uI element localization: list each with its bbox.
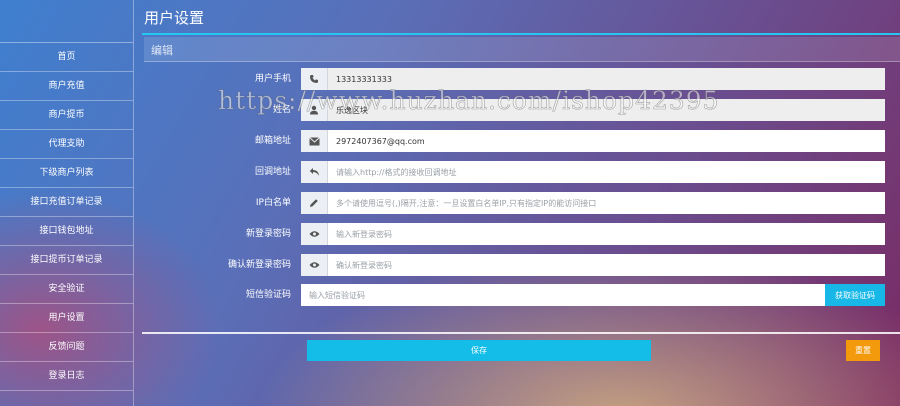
sidebar-item-merchant-recharge[interactable]: 商户充值 [0,72,133,101]
new-password-label: 新登录密码 [245,229,291,239]
sidebar-item-security[interactable]: 安全验证 [0,275,133,304]
section-header: 编辑 [144,37,900,62]
form-row-confirm-password: 确认新登录密码 [144,254,900,276]
reset-button[interactable]: 重置 [846,340,880,361]
ip-whitelist-label: IP白名单 [255,198,291,208]
new-password-field[interactable] [328,223,885,245]
sidebar-item-home[interactable]: 首页 [0,43,133,72]
phone-icon [301,68,328,90]
eye-icon [301,223,328,245]
pencil-icon [301,192,328,214]
sidebar-item-wallet-address[interactable]: 接口钱包地址 [0,217,133,246]
eye-icon [301,254,328,276]
title-divider [142,33,900,35]
sidebar-item-sub-merchants[interactable]: 下级商户列表 [0,159,133,188]
section-title: 编辑 [151,44,173,57]
email-label: 邮箱地址 [254,136,291,146]
reply-icon [301,161,328,183]
name-label: 姓名 [272,105,291,115]
email-field[interactable] [328,130,885,152]
name-field[interactable] [328,99,885,121]
main-content: 用户设置 编辑 用户手机 姓名 邮箱地址 回调地址 IP白名单 [134,0,900,406]
user-icon [301,99,328,121]
ip-whitelist-field[interactable] [328,192,885,214]
form-divider [142,332,900,334]
phone-field[interactable] [328,68,885,90]
callback-url-field[interactable] [328,161,885,183]
form-row-email: 邮箱地址 [144,130,900,152]
save-button[interactable]: 保存 [307,340,651,361]
sidebar-item-user-settings[interactable]: 用户设置 [0,304,133,333]
sidebar-item-withdraw-orders[interactable]: 接口提币订单记录 [0,246,133,275]
sidebar-item-feedback[interactable]: 反馈问题 [0,333,133,362]
confirm-password-label: 确认新登录密码 [227,260,291,270]
sidebar-item-merchant-withdraw[interactable]: 商户提币 [0,101,133,130]
form-row-new-password: 新登录密码 [144,223,900,245]
callback-label: 回调地址 [254,167,291,177]
get-sms-code-button[interactable]: 获取验证码 [825,284,885,306]
form-row-name: 姓名 [144,99,900,121]
sidebar-item-agent-support[interactable]: 代理支助 [0,130,133,159]
form-row-ip-whitelist: IP白名单 [144,192,900,214]
form-row-callback: 回调地址 [144,161,900,183]
sms-code-field[interactable] [301,284,825,306]
page-title: 用户设置 [144,9,205,27]
sidebar: 首页 商户充值 商户提币 代理支助 下级商户列表 接口充值订单记录 接口钱包地址… [0,0,134,406]
sidebar-header [0,0,133,43]
envelope-icon [301,130,328,152]
form-row-phone: 用户手机 [144,68,900,90]
phone-label: 用户手机 [254,74,291,84]
form-row-sms-code: 短信验证码 获取验证码 [144,284,900,306]
sms-code-label: 短信验证码 [245,290,291,300]
sidebar-item-login-log[interactable]: 登录日志 [0,362,133,391]
sidebar-item-recharge-orders[interactable]: 接口充值订单记录 [0,188,133,217]
confirm-password-field[interactable] [328,254,885,276]
